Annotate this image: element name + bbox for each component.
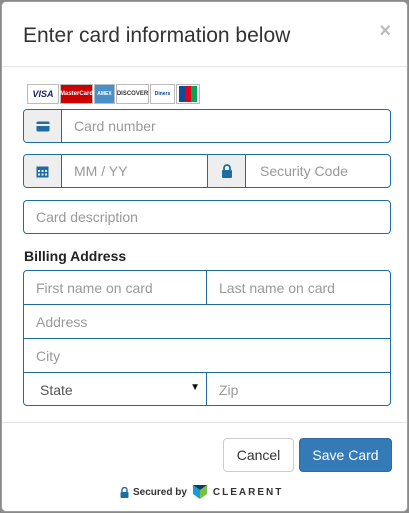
first-name-input[interactable]: First name on card [36,271,206,304]
zip-input[interactable]: Zip [219,373,390,406]
first-name-field: First name on card [24,271,207,305]
visa-logo: VISA [27,84,59,104]
mastercard-logo: MasterCard [60,84,93,104]
lock-icon [120,486,129,498]
calendar-addon [24,155,62,187]
card-addon [24,110,62,142]
city-field: City [24,339,390,373]
last-name-field: Last name on card [207,271,390,305]
security-code-field: Security Code [207,154,391,188]
card-number-field: Card number [23,109,391,143]
secured-by-text: Secured by [133,486,187,498]
close-icon[interactable]: × [379,20,391,43]
expiry-field: MM / YY [23,154,208,188]
last-name-input[interactable]: Last name on card [219,271,390,304]
amex-logo: AMEX [94,84,115,104]
discover-logo: DISCOVER [116,84,149,104]
lock-addon [208,155,246,187]
lock-icon [221,164,232,178]
clearent-logo-icon [192,485,207,499]
billing-address-heading: Billing Address [24,248,127,264]
footer-divider [2,422,407,423]
address-input[interactable]: Address [36,305,390,338]
calendar-icon [36,166,49,177]
dropdown-arrow-icon: ▼ [190,382,200,393]
expiry-input[interactable]: MM / YY [74,155,207,187]
credit-card-icon [36,121,49,131]
address-field: Address [24,305,390,339]
card-info-modal: Enter card information below × VISA Mast… [1,1,408,512]
jcb-logo [176,84,200,104]
modal-header: Enter card information below × [2,2,407,67]
card-description-input[interactable]: Card description [36,201,390,233]
billing-address-group: First name on card Last name on card Add… [23,270,391,406]
security-code-input[interactable]: Security Code [260,155,390,187]
zip-field: Zip [207,373,390,406]
save-card-button[interactable]: Save Card [299,438,392,472]
city-input[interactable]: City [36,339,390,372]
secured-by-footer: Secured by CLEARENT [120,483,283,501]
diners-club-logo: Diners [150,84,175,104]
clearent-brand: CLEARENT [212,486,284,498]
card-logos: VISA MasterCard AMEX DISCOVER Diners [27,84,200,104]
card-description-field: Card description [23,200,391,234]
cancel-button[interactable]: Cancel [223,438,294,472]
state-selected-value: State [40,381,73,398]
state-select[interactable]: State ▼ [24,373,207,406]
card-number-input[interactable]: Card number [74,110,390,142]
modal-title: Enter card information below [23,24,291,47]
